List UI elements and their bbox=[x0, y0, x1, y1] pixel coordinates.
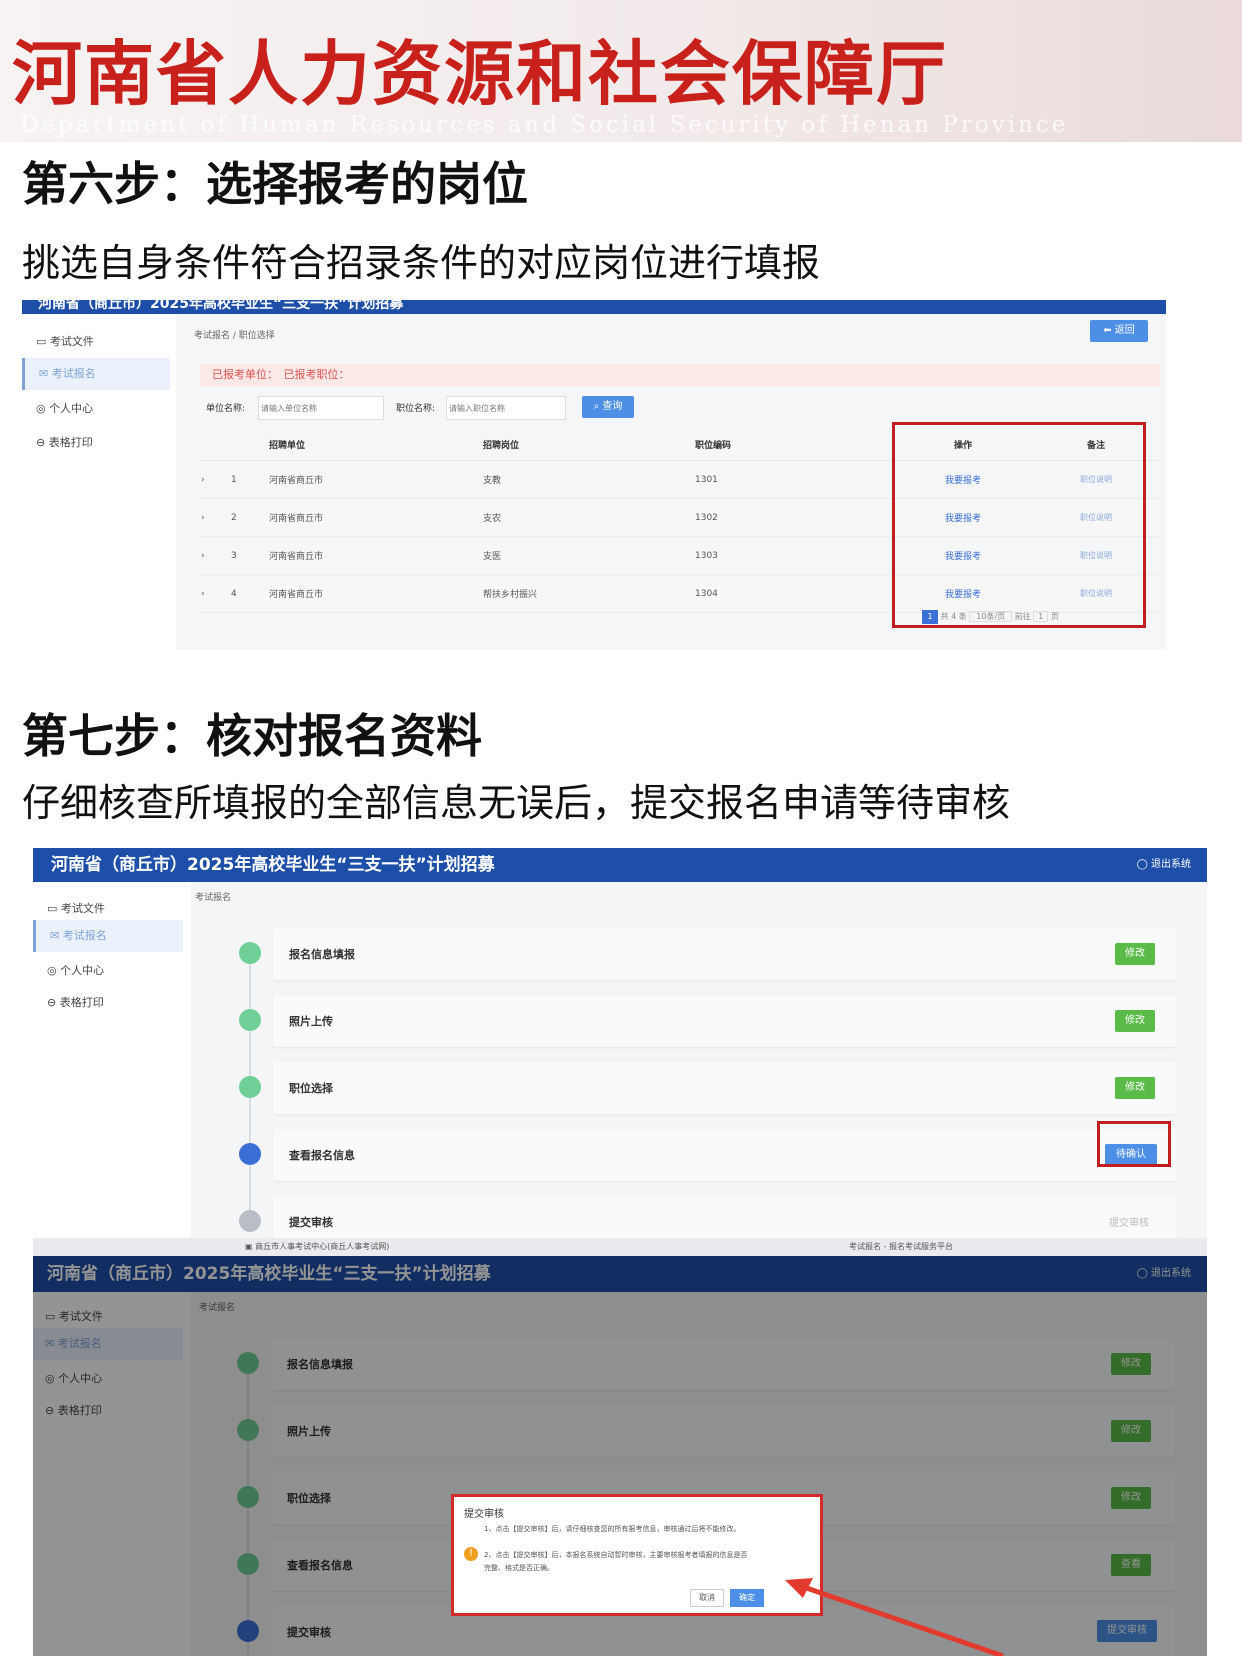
step-row: 提交审核 提交审核 bbox=[273, 1196, 1177, 1240]
browser-tab-left[interactable]: ▣ 商丘市人事考试中心(商丘人事考试网) bbox=[245, 1241, 389, 1252]
post-filter-label: 职位名称: bbox=[396, 404, 436, 414]
logout-button[interactable]: ◯ 退出系统 bbox=[1137, 848, 1191, 882]
post-filter-input[interactable] bbox=[446, 396, 566, 420]
row-code: 1304 bbox=[694, 574, 892, 613]
row-code: 1302 bbox=[694, 498, 892, 537]
row-post: 支农 bbox=[482, 498, 694, 537]
col-post: 招聘岗位 bbox=[482, 428, 694, 461]
row-unit: 河南省商丘市 bbox=[268, 574, 482, 613]
app-banner-title: 河南省（商丘市）2025年高校毕业生“三支一扶”计划招募 bbox=[38, 300, 404, 312]
highlight-box bbox=[892, 422, 1146, 628]
sidebar-item-label: 表格打印 bbox=[48, 436, 93, 449]
step6-desc: 挑选自身条件符合招录条件的对应岗位进行填报 bbox=[22, 241, 821, 285]
edit-button[interactable]: 修改 bbox=[1115, 1010, 1155, 1032]
screenshot-position-select: 河南省（商丘市）2025年高校毕业生“三支一扶”计划招募 ▭ 考试文件 ✉ 考试… bbox=[22, 300, 1166, 650]
app-banner: 河南省（商丘市）2025年高校毕业生“三支一扶”计划招募 bbox=[22, 300, 1166, 314]
app-banner-title: 河南省（商丘市）2025年高校毕业生“三支一扶”计划招募 bbox=[51, 855, 495, 875]
sidebar-item-personal[interactable]: ◎ 个人中心 bbox=[47, 962, 104, 978]
expand-icon[interactable]: › bbox=[200, 460, 230, 499]
logout-label: 退出系统 bbox=[1151, 859, 1191, 870]
step-label: 报名信息填报 bbox=[289, 948, 355, 961]
sidebar-item-files[interactable]: ▭ 考试文件 bbox=[36, 333, 94, 349]
expand-icon[interactable]: › bbox=[200, 536, 230, 575]
query-button-label: 查询 bbox=[602, 401, 623, 412]
step-label: 提交审核 bbox=[289, 1216, 333, 1229]
row-number: 4 bbox=[230, 574, 268, 613]
screenshot-review-steps: 河南省（商丘市）2025年高校毕业生“三支一扶”计划招募 ◯ 退出系统 ▭ 考试… bbox=[33, 848, 1207, 1240]
browser-tab-strip: ▣ 商丘市人事考试中心(商丘人事考试网) 考试报名 - 报名考试服务平台 bbox=[33, 1238, 1207, 1256]
breadcrumb: 考试报名 bbox=[195, 893, 232, 903]
sidebar-item-label: 个人中心 bbox=[49, 402, 94, 415]
col-code: 职位编码 bbox=[694, 428, 892, 461]
sidebar-item-label: 考试文件 bbox=[60, 902, 105, 915]
row-unit: 河南省商丘市 bbox=[268, 460, 482, 499]
sidebar-item-files[interactable]: ▭ 考试文件 bbox=[47, 900, 105, 916]
step-row: 照片上传 修改 bbox=[273, 995, 1177, 1047]
col-unit: 招聘单位 bbox=[268, 428, 482, 461]
submit-review-button: 提交审核 bbox=[1109, 1218, 1149, 1229]
sidebar-item-label: 考试报名 bbox=[51, 367, 96, 380]
sidebar-item-label: 考试报名 bbox=[62, 929, 107, 942]
step6-title: 第六步：选择报考的岗位 bbox=[22, 157, 528, 211]
highlight-box bbox=[1097, 1121, 1171, 1167]
row-number: 1 bbox=[230, 460, 268, 499]
app-banner: 河南省（商丘市）2025年高校毕业生“三支一扶”计划招募 ◯ 退出系统 bbox=[33, 848, 1207, 882]
expand-icon[interactable]: › bbox=[200, 498, 230, 537]
row-number: 3 bbox=[230, 536, 268, 575]
screenshot-submit-dialog: 河南省（商丘市）2025年高校毕业生“三支一扶”计划招募 ◯ 退出系统 ▭ 考试… bbox=[33, 1256, 1207, 1656]
sidebar-item-label: 考试文件 bbox=[49, 335, 94, 348]
sidebar-item-personal[interactable]: ◎ 个人中心 bbox=[36, 400, 93, 416]
row-unit: 河南省商丘市 bbox=[268, 498, 482, 537]
page-title: 河南省人力资源和社会保障厅 bbox=[12, 33, 948, 115]
row-code: 1301 bbox=[694, 460, 892, 499]
row-post: 支医 bbox=[482, 536, 694, 575]
unit-filter-input[interactable] bbox=[258, 396, 384, 420]
expand-icon[interactable]: › bbox=[200, 574, 230, 613]
step-dot bbox=[239, 1009, 261, 1031]
annotation-arrow bbox=[785, 1578, 1004, 1656]
step-dot bbox=[239, 1076, 261, 1098]
step7-desc: 仔细核查所填报的全部信息无误后，提交报名申请等待审核 bbox=[22, 781, 1011, 825]
browser-tab-right[interactable]: 考试报名 - 报名考试服务平台 bbox=[849, 1241, 953, 1252]
step-dot bbox=[239, 942, 261, 964]
row-post: 帮扶乡村振兴 bbox=[482, 574, 694, 613]
browser-tab-left-label: 商丘市人事考试中心(商丘人事考试网) bbox=[255, 1242, 390, 1251]
unit-filter-label: 单位名称: bbox=[206, 404, 246, 414]
step-label: 职位选择 bbox=[289, 1082, 333, 1095]
step7-title: 第七步：核对报名资料 bbox=[22, 709, 482, 763]
sidebar-item-register[interactable]: ✉ 考试报名 bbox=[22, 358, 170, 390]
row-unit: 河南省商丘市 bbox=[268, 536, 482, 575]
edit-button[interactable]: 修改 bbox=[1115, 1077, 1155, 1099]
sidebar-item-print[interactable]: ⊖ 表格打印 bbox=[47, 994, 104, 1010]
step-row: 报名信息填报 修改 bbox=[273, 928, 1177, 980]
back-button[interactable]: ⬅ 返回 bbox=[1090, 320, 1148, 342]
step-dot bbox=[239, 1210, 261, 1232]
step-row: 查看报名信息 待确认 bbox=[273, 1129, 1177, 1181]
selected-notice: 已报考单位： 已报考职位： bbox=[200, 364, 1160, 386]
query-button[interactable]: ⌕ 查询 bbox=[582, 396, 634, 418]
sidebar-item-label: 表格打印 bbox=[59, 996, 104, 1009]
page-header: 河南省人力资源和社会保障厅 Department of Human Resour… bbox=[0, 0, 1242, 142]
row-post: 支教 bbox=[482, 460, 694, 499]
step-row: 职位选择 修改 bbox=[273, 1062, 1177, 1114]
step-dot bbox=[239, 1143, 261, 1165]
sidebar-item-register[interactable]: ✉ 考试报名 bbox=[33, 920, 183, 952]
step-label: 查看报名信息 bbox=[289, 1149, 355, 1162]
breadcrumb: 考试报名 / 职位选择 bbox=[194, 331, 275, 341]
back-button-label: 返回 bbox=[1114, 325, 1135, 336]
edit-button[interactable]: 修改 bbox=[1115, 943, 1155, 965]
page-subtitle: Department of Human Resources and Social… bbox=[20, 112, 1069, 138]
step-label: 照片上传 bbox=[289, 1015, 333, 1028]
row-number: 2 bbox=[230, 498, 268, 537]
sidebar-item-label: 个人中心 bbox=[60, 964, 105, 977]
row-code: 1303 bbox=[694, 536, 892, 575]
sidebar-item-print[interactable]: ⊖ 表格打印 bbox=[36, 434, 93, 450]
